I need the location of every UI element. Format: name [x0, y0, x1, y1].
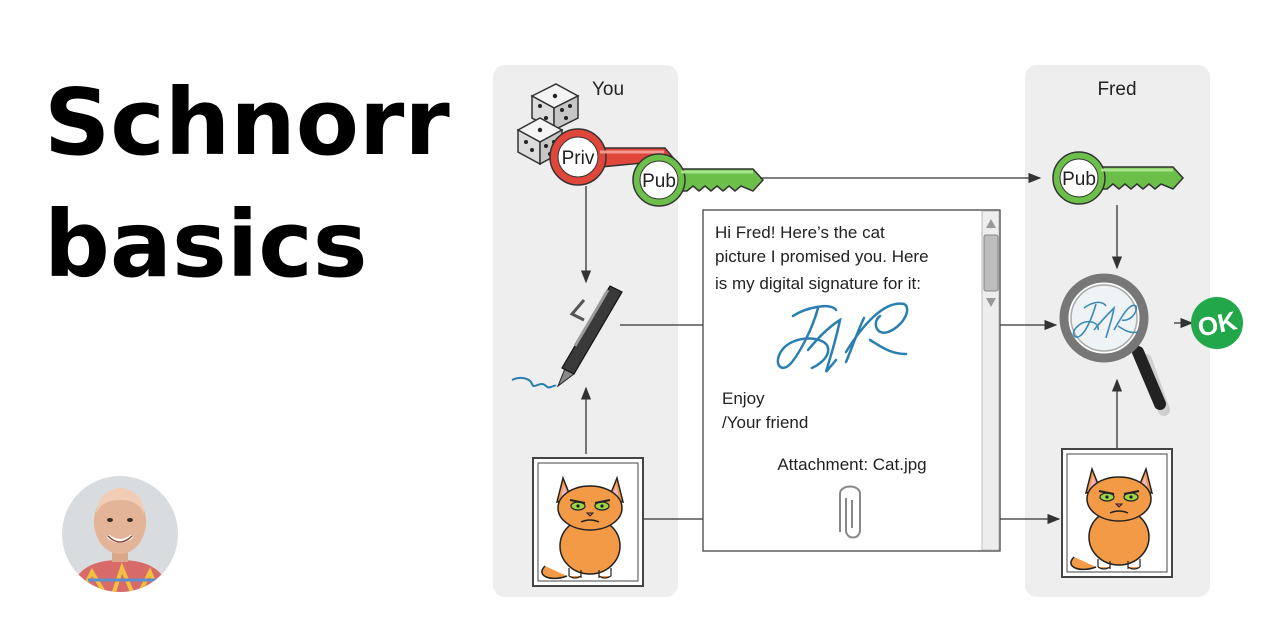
you-cat-picture — [532, 457, 644, 587]
fred-cat-picture — [1061, 448, 1173, 578]
schnorr-signature-diagram: You Fred Priv Pub Pub Hi Fred! Here’s th… — [493, 65, 1243, 597]
message-sign-off: /Your friend — [722, 413, 808, 432]
priv-key-label: Priv — [562, 148, 595, 169]
message-line-1: Hi Fred! Here’s the cat — [715, 223, 885, 242]
message-enjoy: Enjoy — [722, 389, 765, 408]
scrollbar-thumb[interactable] — [983, 234, 999, 292]
you-pub-key-label: Pub — [642, 171, 676, 192]
fred-pub-key-label: Pub — [1062, 169, 1096, 190]
message-line-2: picture I promised you. Here — [715, 247, 929, 266]
you-label: You — [592, 79, 624, 100]
attachment-label: Attachment: Cat.jpg — [777, 455, 926, 474]
message-line-3: is my digital signature for it: — [715, 274, 921, 293]
fred-label: Fred — [1097, 79, 1136, 100]
